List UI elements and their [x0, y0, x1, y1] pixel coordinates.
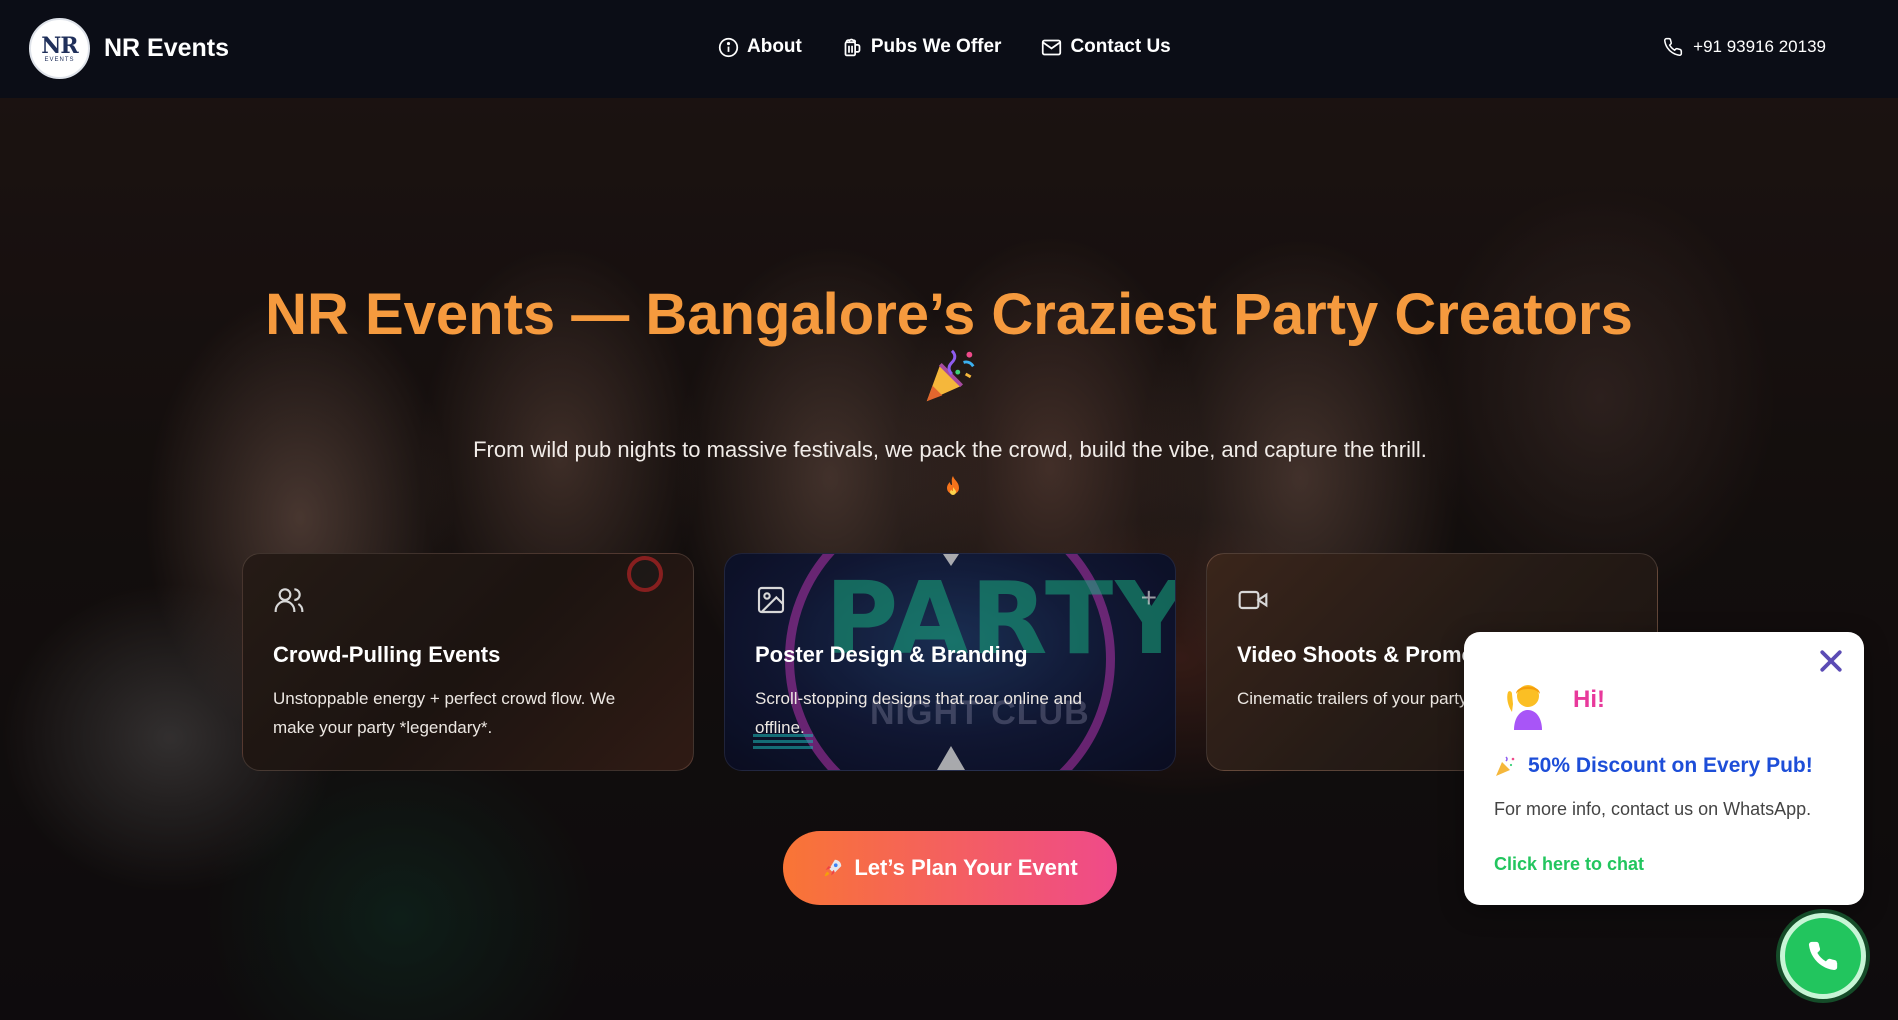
phone-link[interactable]: +91 93916 20139: [1663, 37, 1826, 57]
party-popper-icon: [926, 349, 975, 402]
card-title: Video Shoots & Promos: [1237, 642, 1488, 667]
fire-icon: [947, 476, 959, 496]
close-icon[interactable]: [1816, 646, 1846, 676]
rocket-icon: [825, 859, 842, 877]
phone-icon: [1664, 37, 1683, 56]
brand[interactable]: NR EVENTS NR Events: [29, 18, 229, 79]
site-header: NR EVENTS NR Events About Pubs We Offer …: [0, 0, 1898, 98]
hero-subtitle: From wild pub nights to massive festival…: [470, 432, 1430, 502]
nav-pubs[interactable]: Pubs We Offer: [842, 36, 1002, 58]
service-card-poster[interactable]: PARTY NIGHT CLUB + Poster Design & Brand…: [724, 553, 1176, 771]
nav-about-label: About: [747, 36, 802, 57]
nav-pubs-label: Pubs We Offer: [870, 36, 1002, 57]
video-camera-icon: [1238, 590, 1268, 610]
nav-about[interactable]: About: [718, 36, 802, 58]
mail-icon: [1042, 39, 1062, 55]
whatsapp-chat-link[interactable]: Click here to chat: [1494, 854, 1644, 875]
waving-person-icon: [1507, 685, 1542, 730]
card-title: Crowd-Pulling Events: [273, 642, 501, 667]
image-icon: [757, 586, 785, 614]
plan-event-button[interactable]: Let’s Plan Your Event: [783, 831, 1117, 905]
users-icon: [274, 588, 304, 612]
logo-subtext: EVENTS: [44, 56, 75, 63]
main-nav: About Pubs We Offer Contact Us: [718, 36, 1171, 58]
card-description: Scroll-stopping designs that roar online…: [755, 689, 1082, 737]
service-card-crowd[interactable]: Crowd-Pulling Events Unstoppable energy …: [242, 553, 694, 771]
card-description: Unstoppable energy + perfect crowd flow.…: [273, 689, 616, 737]
popup-greeting: Hi!: [1573, 686, 1605, 713]
popup-info: For more info, contact us on WhatsApp.: [1494, 799, 1812, 819]
logo-mark: NR: [41, 32, 78, 59]
popup-discount: 50% Discount on Every Pub!: [1494, 754, 1813, 778]
plan-event-label: Let’s Plan Your Event: [854, 855, 1078, 880]
nav-contact-label: Contact Us: [1070, 36, 1171, 57]
card-title: Poster Design & Branding: [755, 642, 1028, 667]
nav-contact[interactable]: Contact Us: [1041, 36, 1171, 58]
info-icon: [718, 37, 739, 57]
hero-title: NR Events — Bangalore’s Craziest Party C…: [265, 282, 1633, 347]
party-popper-icon: [1496, 756, 1515, 776]
brand-name: NR Events: [104, 34, 230, 62]
whatsapp-float-button[interactable]: [1780, 913, 1866, 999]
phone-number: +91 93916 20139: [1693, 37, 1826, 56]
beer-mug-icon: [844, 38, 861, 56]
phone-icon: [1808, 941, 1838, 971]
logo: NR EVENTS: [29, 18, 90, 79]
hero-subtitle-text: From wild pub nights to massive festival…: [473, 437, 1427, 462]
discount-popup: Hi! 50% Discount on Every Pub! For more …: [1464, 632, 1864, 905]
popup-discount-text: 50% Discount on Every Pub!: [1528, 754, 1813, 777]
